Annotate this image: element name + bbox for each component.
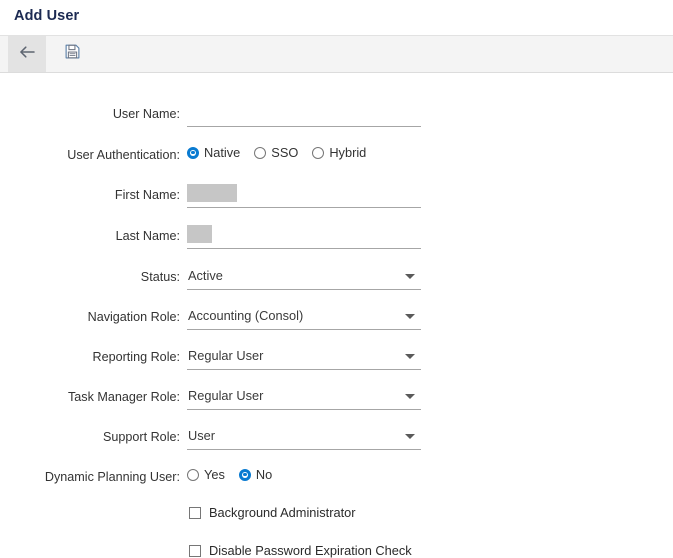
radio-hybrid-label: Hybrid xyxy=(329,145,367,160)
last-name-redaction xyxy=(187,225,212,243)
user-name-input[interactable] xyxy=(187,103,421,127)
reporting-role-dropdown[interactable]: Regular User xyxy=(187,346,421,370)
form-row-last-name: Last Name: xyxy=(0,223,673,253)
radio-option-native[interactable]: Native xyxy=(187,145,240,160)
add-user-form: User Name: User Authentication: Native S… xyxy=(0,73,673,558)
radio-native-indicator[interactable] xyxy=(187,146,199,159)
radio-sso-label: SSO xyxy=(271,145,299,160)
checkbox-background-administrator-label: Background Administrator xyxy=(209,505,356,520)
chevron-down-icon[interactable] xyxy=(405,394,415,399)
task-manager-role-dropdown[interactable]: Regular User xyxy=(187,386,421,410)
last-name-input[interactable] xyxy=(187,225,421,249)
status-dropdown[interactable]: Active xyxy=(187,266,421,290)
toolbar xyxy=(0,35,673,73)
checkbox-disable-password-expiration-label: Disable Password Expiration Check xyxy=(209,543,412,558)
form-row-navigation-role: Navigation Role: Accounting (Consol) xyxy=(0,304,673,334)
radio-native-label: Native xyxy=(204,145,241,160)
radio-option-hybrid[interactable]: Hybrid xyxy=(312,145,366,160)
radio-no-indicator[interactable] xyxy=(238,468,251,481)
user-authentication-radio-group: Native SSO Hybrid xyxy=(187,145,366,160)
checkbox-disable-password-expiration-box[interactable] xyxy=(189,544,201,557)
form-row-support-role: Support Role: User xyxy=(0,424,673,454)
save-button[interactable] xyxy=(54,36,90,72)
navigation-role-dropdown[interactable]: Accounting (Consol) xyxy=(187,306,421,330)
radio-yes-indicator[interactable] xyxy=(187,468,199,481)
form-row-user-name: User Name: xyxy=(0,101,673,131)
chevron-down-icon[interactable] xyxy=(405,354,415,359)
radio-option-sso[interactable]: SSO xyxy=(254,145,298,160)
task-manager-role-value: Regular User xyxy=(188,388,264,403)
chevron-down-icon[interactable] xyxy=(405,274,415,279)
chevron-down-icon[interactable] xyxy=(405,314,415,319)
label-user-name: User Name: xyxy=(112,107,180,121)
radio-option-yes[interactable]: Yes xyxy=(187,467,225,482)
status-value: Active xyxy=(188,268,223,283)
checkbox-disable-password-expiration[interactable]: Disable Password Expiration Check xyxy=(189,543,412,558)
dynamic-planning-user-radio-group: Yes No xyxy=(187,467,272,482)
page-title: Add User xyxy=(14,8,80,24)
label-navigation-role: Navigation Role: xyxy=(87,310,180,324)
label-first-name: First Name: xyxy=(114,188,180,202)
back-button[interactable] xyxy=(8,36,46,72)
label-last-name: Last Name: xyxy=(115,229,180,243)
radio-hybrid-indicator[interactable] xyxy=(312,146,325,159)
label-user-authentication: User Authentication: xyxy=(67,148,180,162)
checkbox-background-administrator[interactable]: Background Administrator xyxy=(189,505,356,520)
label-task-manager-role: Task Manager Role: xyxy=(68,390,180,404)
form-row-status: Status: Active xyxy=(0,264,673,294)
label-dynamic-planning-user: Dynamic Planning User: xyxy=(44,470,180,484)
checkbox-background-administrator-box[interactable] xyxy=(189,506,201,519)
reporting-role-value: Regular User xyxy=(188,348,264,363)
radio-option-no[interactable]: No xyxy=(238,467,273,482)
radio-sso-indicator[interactable] xyxy=(254,146,267,159)
form-row-user-authentication: User Authentication: Native SSO Hybrid xyxy=(0,142,673,172)
form-row-first-name: First Name: xyxy=(0,182,673,212)
first-name-redaction xyxy=(187,184,237,202)
form-row-task-manager-role: Task Manager Role: Regular User xyxy=(0,384,673,414)
radio-yes-label: Yes xyxy=(204,467,225,482)
label-support-role: Support Role: xyxy=(102,430,180,444)
chevron-down-icon[interactable] xyxy=(405,434,415,439)
navigation-role-value: Accounting (Consol) xyxy=(188,308,304,323)
form-row-dynamic-planning-user: Dynamic Planning User: Yes No xyxy=(0,464,673,494)
label-status: Status: xyxy=(140,270,180,284)
save-floppy-icon xyxy=(65,44,80,64)
support-role-value: User xyxy=(188,428,216,443)
first-name-input[interactable] xyxy=(187,184,421,208)
form-row-reporting-role: Reporting Role: Regular User xyxy=(0,344,673,374)
support-role-dropdown[interactable]: User xyxy=(187,426,421,450)
arrow-left-icon xyxy=(19,45,36,64)
label-reporting-role: Reporting Role: xyxy=(92,350,180,364)
radio-no-label: No xyxy=(255,467,273,482)
